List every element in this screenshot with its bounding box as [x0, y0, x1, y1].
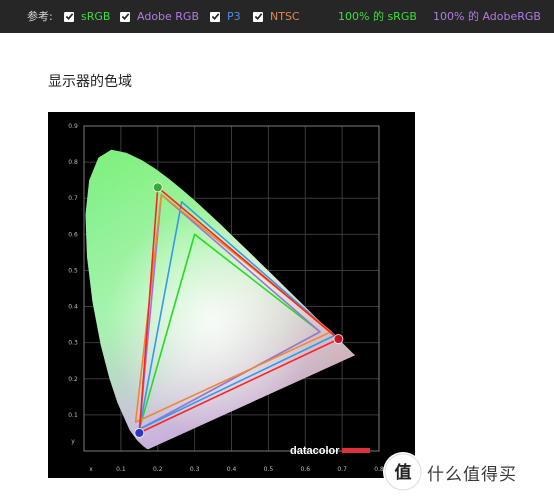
y-tick-label: 0.2: [68, 376, 78, 383]
coverage-srgb: 100% 的 sRGB: [338, 10, 417, 23]
svg-text:值: 值: [395, 462, 412, 483]
legend-prefix: 参考:: [27, 10, 53, 23]
checkbox-icon[interactable]: [64, 11, 74, 22]
primary-marker: [333, 334, 344, 344]
x-tick-label: 0.7: [337, 466, 347, 473]
legend-label: Adobe RGB: [137, 10, 200, 23]
legend-bar: 参考: sRGB Adobe RGB P3 NTSC 100% 的 sRGB 1…: [0, 0, 554, 33]
x-tick-label: 0.3: [190, 466, 200, 473]
brand-label: datacolor: [290, 445, 340, 457]
chart-svg: 0.1 0.2 0.3 0.4 0.5 0.6 0.7 0.8 0.1 0.2 0.3 0.4 0.5 0…: [48, 112, 415, 478]
coverage-adobe-rgb: 100% 的 AdobeRGB: [433, 10, 541, 23]
y-tick-label: 0.1: [68, 412, 78, 419]
y-axis-label: y: [71, 438, 75, 445]
watermark-text: 什么值得买: [427, 465, 517, 485]
x-tick-label: 0.6: [300, 466, 310, 473]
section-title: 显示器的色域: [48, 74, 132, 90]
y-tick-label: 0.4: [68, 304, 78, 311]
x-tick-label: 0.2: [153, 466, 163, 473]
watermark-icon: 值: [384, 453, 422, 491]
y-tick-label: 0.3: [68, 340, 78, 347]
x-tick-label: 0.1: [116, 466, 126, 473]
checkbox-icon[interactable]: [210, 11, 220, 22]
legend-label: NTSC: [270, 10, 300, 23]
x-tick-label: 0.4: [227, 466, 237, 473]
checkbox-icon[interactable]: [253, 11, 263, 22]
brand-bar: [342, 448, 370, 453]
legend-label: sRGB: [81, 10, 111, 23]
legend-item-p3[interactable]: P3: [210, 10, 241, 23]
gamut-chart: 0.1 0.2 0.3 0.4 0.5 0.6 0.7 0.8 0.1 0.2 0.3 0.4 0.5 0…: [48, 112, 415, 478]
legend-label: P3: [227, 10, 241, 23]
primary-marker: [152, 182, 163, 193]
legend-item-srgb[interactable]: sRGB: [64, 10, 110, 23]
x-tick-label: 0.5: [264, 466, 274, 473]
y-tick-label: 0.6: [68, 231, 78, 238]
y-tick-label: 0.8: [68, 159, 78, 166]
watermark-logo: 值: [383, 452, 423, 492]
checkbox-icon[interactable]: [120, 11, 130, 22]
primary-marker: [134, 428, 145, 438]
legend-item-adobe-rgb[interactable]: Adobe RGB: [120, 10, 199, 23]
legend-item-ntsc[interactable]: NTSC: [253, 10, 300, 23]
y-tick-label: 0.7: [68, 195, 78, 202]
y-tick-label: 0.5: [68, 267, 78, 274]
x-axis-label: x: [89, 466, 93, 473]
y-tick-label: 0.9: [68, 123, 78, 130]
